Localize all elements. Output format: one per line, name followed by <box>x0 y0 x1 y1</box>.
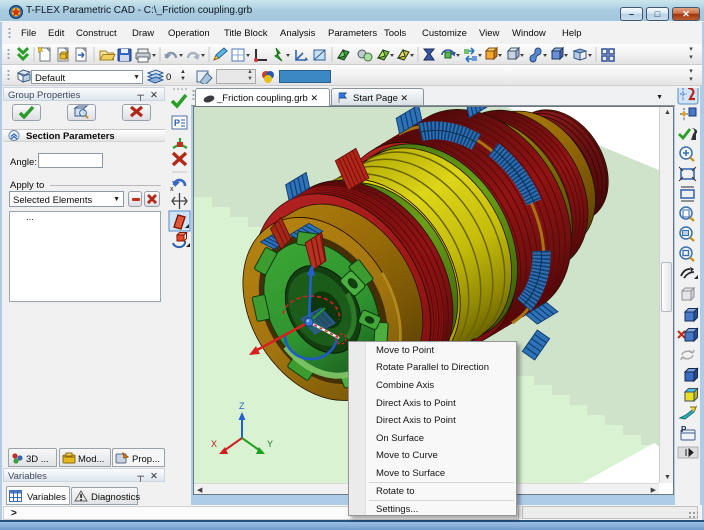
svg-text:Z: Z <box>239 401 245 411</box>
svg-text:P: P <box>174 118 180 128</box>
svg-text:Y: Y <box>267 439 273 449</box>
svg-text:P: P <box>681 425 687 434</box>
svg-text:X: X <box>211 439 217 449</box>
svg-text:x: x <box>170 186 174 193</box>
